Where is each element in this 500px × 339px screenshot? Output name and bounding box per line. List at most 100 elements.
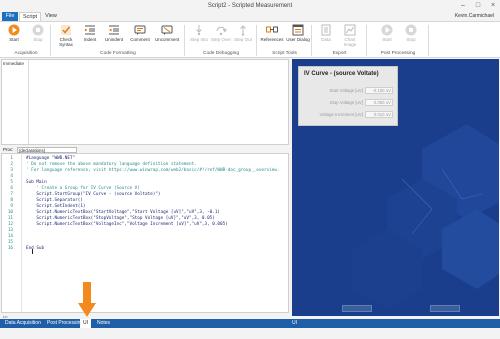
line-number: 7 [10,192,13,197]
group-code-formatting: Code Formatting [100,51,136,56]
post-stop-button[interactable]: Stop [399,24,423,50]
group-separator [256,25,257,56]
code-line: #Language "WWB.NET" [26,156,76,161]
maximize-icon[interactable]: □ [471,1,485,11]
line-number-gutter: 1 2 3 4 5 6 7 8 9 10 11 12 13 14 15 16 [2,154,22,312]
group-acquisition: Acquisition [14,51,38,56]
user-dialog-button[interactable]: User Dialog [286,24,310,50]
unindent-label: Unindent [104,37,123,42]
code-line: ' Create a Group for IV Curve (Source V) [26,186,140,191]
code-line: ' Do not remove the above mandatory lang… [26,162,197,167]
immediate-input[interactable] [28,60,288,144]
indent-label: Indent [83,37,97,42]
line-number: 6 [10,186,13,191]
tab-file[interactable]: File [2,12,18,21]
tab-ui[interactable]: UI [80,319,91,328]
data-export-button[interactable]: Data [314,24,338,50]
check-syntax-button[interactable]: Check Syntax [54,24,78,50]
group-separator [184,25,185,56]
line-number: 5 [10,180,13,185]
iv-curve-card: IV Curve - (source Voltate) Start Voltag… [298,66,398,126]
group-separator [428,25,429,56]
step-out-button[interactable]: Step Out [231,24,255,50]
start-voltage-field[interactable]: -0.100 uV [365,87,393,94]
code-line: Script.SetIndent(1) [26,204,86,209]
stop-label: Stop [33,37,43,42]
immediate-pane[interactable]: Immediate [1,59,289,145]
user-dialog-label: User Dialog [286,37,310,42]
start-button[interactable]: Start [2,24,26,50]
start-voltage-label: Start Voltage [uV] [329,88,363,93]
line-number: 16 [7,246,13,251]
references-button[interactable]: References [258,24,286,50]
step-into-icon [196,25,202,36]
close-icon[interactable]: × [486,1,500,11]
chart-image-icon [344,24,356,36]
tab-script[interactable]: Script [19,12,41,21]
indent-icon [85,25,95,35]
uncomment-button[interactable]: Uncomment [155,24,179,50]
group-post-processing: Post Processing [380,51,416,56]
start-voltage-row: Start Voltage [uV] -0.100 uV [302,87,396,94]
uncomment-icon [161,25,173,35]
group-script-tools: Script Tools [272,51,297,56]
comment-button[interactable]: Comment [128,24,152,50]
code-line: Script.Separator() [26,198,83,203]
ribbon-tabs: File Script View Kevin.Carmichael [0,12,500,21]
user-dialog-icon [292,24,304,36]
group-separator [311,25,312,56]
step-into-label: Step Into [189,37,208,42]
line-number: 3 [10,168,13,173]
line-number: 11 [7,216,13,221]
line-number: 2 [10,162,13,167]
preview-right-button[interactable] [430,305,460,312]
line-number: 4 [10,174,13,179]
window-title: Script2 - Scripted Measurement [207,3,293,9]
unindent-button[interactable]: Unindent [102,24,126,50]
ui-preview-pane: IV Curve - (source Voltate) Start Voltag… [292,59,499,316]
group-separator [366,25,367,56]
post-stop-label: Stop [406,37,416,42]
play-icon [381,24,393,36]
post-start-button[interactable]: Start [375,24,399,50]
comment-icon [134,25,146,35]
voltage-increment-row: Voltage Increment [uV] 0.010 uV [302,111,396,118]
code-line: Script.NumericTextBox("VoltageInc","Volt… [26,222,228,227]
step-out-label: Step Out [234,37,252,42]
group-code-debugging: Code Debugging [202,51,239,56]
code-line: ' For language reference, visit https://… [26,168,280,173]
title-bar: Script2 - Scripted Measurement – □ × [0,0,500,12]
line-number: 1 [10,156,13,161]
code-area[interactable]: #Language "WWB.NET" ' Do not remove the a… [26,154,284,312]
step-over-icon [216,26,227,36]
minimize-icon[interactable]: – [456,1,470,11]
stop-button[interactable]: Stop [26,24,50,50]
chart-image-button[interactable]: Chart Image [338,24,362,50]
procedure-select[interactable]: (declarations) [17,146,77,153]
check-syntax-label: Check Syntax [59,37,73,47]
code-line: Script.StartGroup("IV Curve - (source Vo… [26,192,161,197]
play-icon [8,24,20,36]
tab-view[interactable]: View [42,12,60,21]
line-number: 13 [7,228,13,233]
indent-button[interactable]: Indent [78,24,102,50]
step-out-icon [240,25,246,36]
code-editor[interactable]: 1 2 3 4 5 6 7 8 9 10 11 12 13 14 15 16 #Language "WWB.N… [1,153,289,313]
voltage-increment-field[interactable]: 0.010 uV [365,111,393,118]
stop-voltage-field[interactable]: 0.050 uV [365,99,393,106]
data-export-icon [321,24,331,36]
line-number: 9 [10,204,13,209]
chart-image-label: Chart Image [343,37,357,47]
step-over-button[interactable]: Step Over [209,24,233,50]
tab-data-acquisition[interactable]: Data Acquisition [2,319,44,328]
code-line: End Sub [26,246,45,251]
group-export: Export [332,51,347,56]
tab-ui-right[interactable]: UI [292,319,297,328]
step-into-button[interactable]: Step Into [187,24,211,50]
tab-notes[interactable]: Notes [94,319,113,328]
status-strip [0,328,500,339]
code-line: Script.NumericTextBox("StopVoltage","Sto… [26,216,215,221]
preview-left-button[interactable] [342,305,372,312]
data-export-label: Data [321,37,331,42]
line-number: 8 [10,198,13,203]
